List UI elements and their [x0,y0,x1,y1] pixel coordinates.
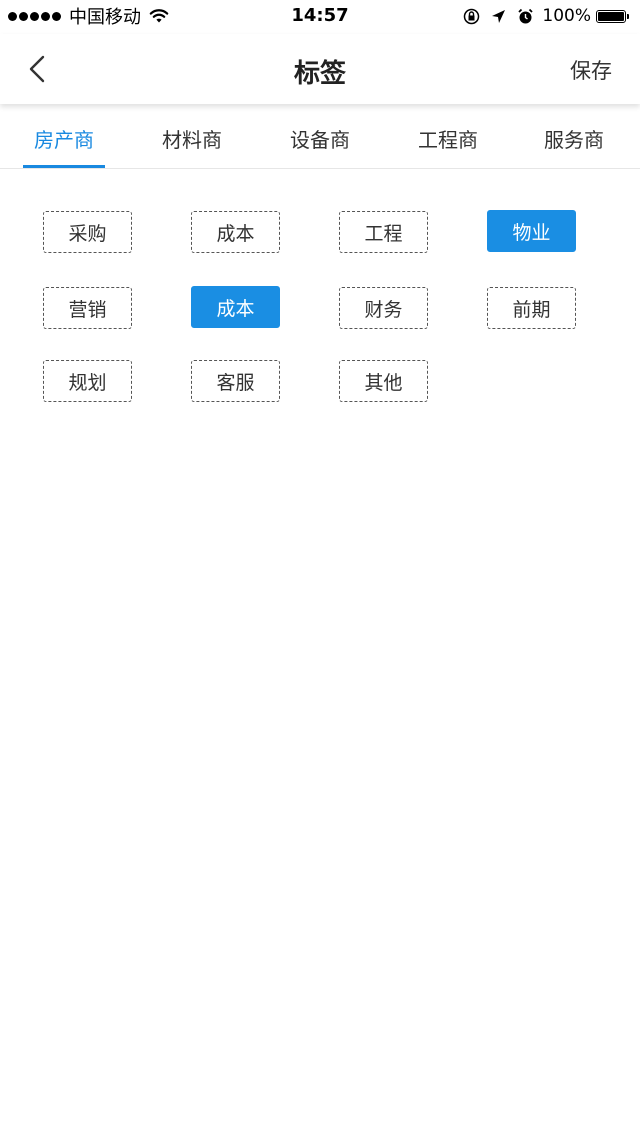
battery-percentage: 100% [542,6,591,26]
tag-planning[interactable]: 规划 [43,360,132,402]
category-tab-bar: 房产商 材料商 设备商 工程商 服务商 [0,104,640,169]
tag-purchasing[interactable]: 采购 [43,211,132,253]
tag-customer-service[interactable]: 客服 [191,360,280,402]
tag-cost[interactable]: 成本 [191,211,280,253]
tag-engineering[interactable]: 工程 [339,211,428,253]
navigation-bar: 标签 保存 [0,34,640,104]
tab-material-supplier[interactable]: 材料商 [142,124,242,153]
tab-service-provider[interactable]: 服务商 [524,124,624,153]
active-tab-indicator [23,165,105,168]
status-bar: 中国移动 14:57 100% [0,0,640,34]
tag-cost-2[interactable]: 成本 [191,286,280,328]
screen: 中国移动 14:57 100% 标签 保存 房产商 材料商 设备商 工程商 服务… [0,0,640,1136]
tab-contractor[interactable]: 工程商 [398,124,498,153]
tag-marketing[interactable]: 营销 [43,287,132,329]
tag-preliminary[interactable]: 前期 [487,287,576,329]
status-bar-right: 100% [453,5,632,27]
tab-developer[interactable]: 房产商 [14,124,114,153]
battery-icon [596,8,632,24]
alarm-clock-icon [518,8,534,23]
location-arrow-icon [492,9,506,23]
save-button[interactable]: 保存 [570,55,612,85]
tag-property-management[interactable]: 物业 [487,210,576,252]
orientation-lock-icon [464,8,480,24]
tag-other[interactable]: 其他 [339,360,428,402]
page-title: 标签 [293,59,346,89]
tab-equipment-supplier[interactable]: 设备商 [270,124,370,153]
tag-finance[interactable]: 财务 [339,287,428,329]
